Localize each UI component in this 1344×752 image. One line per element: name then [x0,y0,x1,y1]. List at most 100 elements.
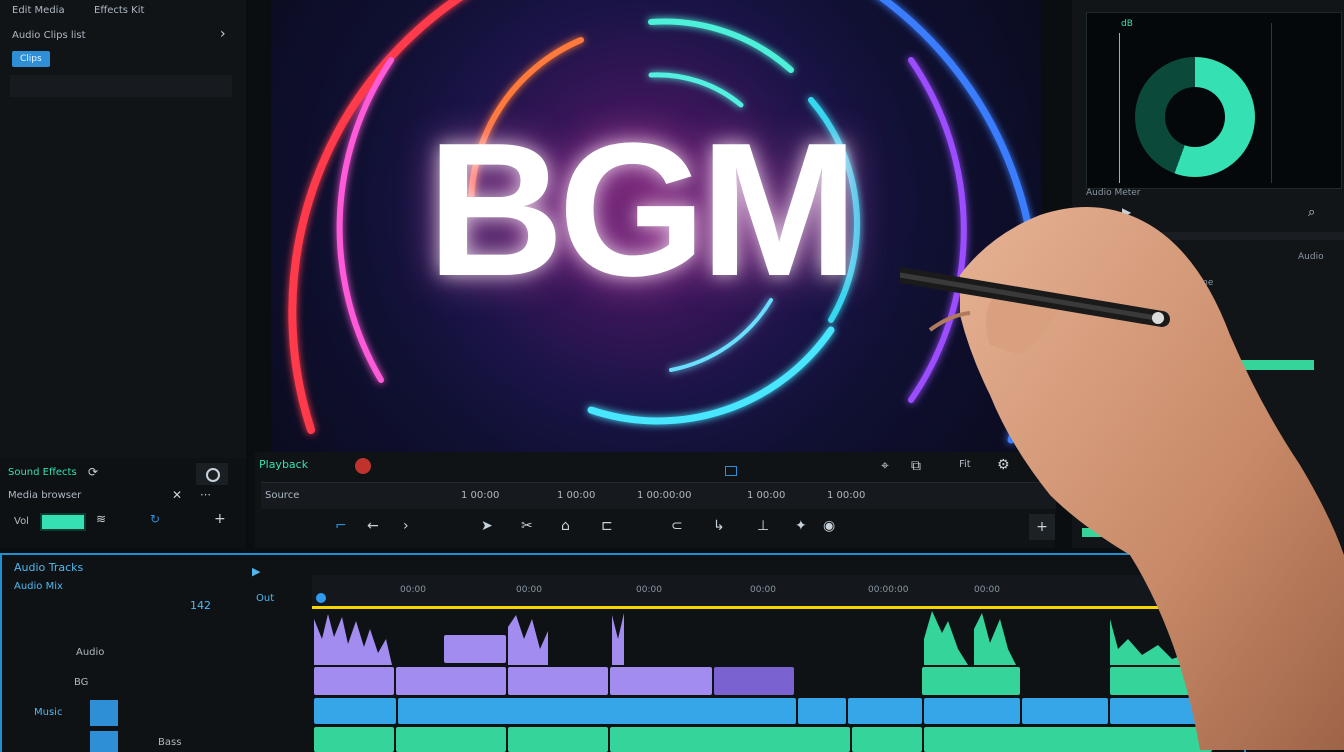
trash-icon[interactable]: ▮ [1090,205,1097,219]
pointer-icon[interactable]: ➤ [481,518,493,534]
effects-kit-label[interactable]: Effects Kit [94,5,144,16]
media-browser-label: Media browser [8,490,82,501]
timecode-bar: Source 1 00:00 1 00:00 1 00:00:00 1 00:0… [261,482,1056,509]
volume-param-label: Volume [1180,278,1214,288]
export-frame-icon[interactable]: ⧉ [911,458,921,474]
slip-icon[interactable]: ⊥ [757,518,769,534]
bass-clip-6[interactable] [924,727,1212,752]
level-donut-hole [1165,87,1225,147]
scope-unit-label: dB [1121,19,1133,29]
bass-clip-3[interactable] [508,727,608,752]
sound-effects-panel: Sound Effects ⟳ Media browser ✕ ⋯ Vol ≋ … [0,458,246,548]
bg-clip-2[interactable] [396,667,506,695]
effects-footer-label: Effects [1166,528,1197,538]
ruler-mark-4: 00:00 [750,585,776,595]
circle-icon [206,468,220,482]
level-donut [1135,57,1255,177]
timecode-2: 1 00:00 [557,490,596,501]
link-icon[interactable]: ⊂ [671,518,683,534]
clips-tab[interactable]: Clips [12,51,50,67]
preview-controls: Playback ⌖ ⧉ Fit ⚙ Source 1 00:00 1 00:0… [255,452,1056,548]
playhead-handle[interactable] [316,593,326,603]
forward-icon[interactable]: › [403,518,409,534]
media-panel: Edit Media Effects Kit Audio Clips list … [0,0,248,548]
bass-clip-1[interactable] [314,727,394,752]
track-name-music[interactable]: Music [34,707,62,718]
track-header: Audio Tracks [14,561,84,574]
select-tool-icon[interactable]: ⌐ [335,518,347,534]
bg-clip-1[interactable] [314,667,394,695]
record-button[interactable] [196,463,228,485]
bgm-title-text: BGM [427,104,858,316]
section-divider [1072,232,1344,240]
playback-label: Playback [259,458,309,471]
music-clip-7[interactable] [1110,698,1212,724]
timeline[interactable]: Audio Tracks Audio Mix 142 ▶ Out Audio B… [0,553,1246,752]
video-preview[interactable]: BGM [271,0,1041,452]
play-icon[interactable]: ▶ [1122,205,1131,219]
eye-icon[interactable]: ◉ [823,518,835,534]
volume-level[interactable] [40,513,86,531]
bg-clip-4[interactable] [610,667,712,695]
star-icon[interactable]: ✦ [795,518,807,534]
scope-axis [1119,33,1120,183]
track-3-toggle[interactable] [90,700,118,726]
track-4-toggle[interactable] [90,731,118,752]
loop-icon[interactable]: ↻ [150,512,160,526]
time-ruler[interactable]: 00:00 00:00 00:00 00:00 00:00:00 00:00 [312,575,1214,608]
scope-divider [1271,23,1272,183]
search-icon[interactable]: ⌕ [1308,205,1315,220]
bass-clip-4[interactable] [610,727,850,752]
razor-icon[interactable]: ✂ [521,518,533,534]
menu-icon[interactable]: ⋯ [200,488,211,501]
ruler-mark-2: 00:00 [516,585,542,595]
music-clip-5[interactable] [924,698,1020,724]
ripple-icon[interactable]: ↳ [713,518,725,534]
bg-clip-7[interactable] [1110,667,1212,695]
add-icon[interactable]: + [214,511,226,527]
lock-icon[interactable]: ⌂ [561,518,570,534]
source-label: Source [265,490,300,501]
ruler-mark-3: 00:00 [636,585,662,595]
music-clip-2[interactable] [398,698,796,724]
search-bar[interactable] [10,75,232,97]
refresh-icon[interactable]: ⟳ [88,465,98,479]
volume-slider[interactable] [1196,360,1314,370]
track-name-audio[interactable]: Audio [76,647,104,658]
ruler-mark-6: 00:00 [974,585,1000,595]
ruler-mark-1: 00:00 [400,585,426,595]
play-marker-icon[interactable]: ▶ [252,565,260,578]
trim-icon[interactable]: ⊏ [601,518,613,534]
zoom-label[interactable]: Fit [959,459,971,470]
wave-icon[interactable]: ≋ [96,512,106,526]
marker-icon[interactable] [725,466,737,476]
timecode-1: 1 00:00 [461,490,500,501]
record-icon[interactable] [355,458,371,474]
settings-icon[interactable]: ⚙ [997,457,1010,473]
track-sub-header: Audio Mix [14,581,63,592]
track-area[interactable]: 00:00 00:00 00:00 00:00 00:00:00 00:00 [312,555,1214,752]
ruler-mark-5: 00:00:00 [868,585,909,595]
bg-clip-6[interactable] [922,667,1020,695]
snap-icon[interactable]: ⌖ [881,458,889,474]
add-track-button[interactable]: + [1029,514,1055,540]
meter-label: Audio Meter [1086,188,1141,198]
bg-clip-3[interactable] [508,667,608,695]
track-name-bg[interactable]: BG [74,677,88,688]
track-name-bass[interactable]: Bass [158,737,181,748]
bass-clip-5[interactable] [852,727,922,752]
chevron-right-icon[interactable]: › [220,26,226,42]
media-panel-header: Edit Media [12,5,65,16]
music-clip-4[interactable] [848,698,922,724]
rewind-icon[interactable]: ← [367,518,379,534]
position-label: Out [256,593,275,604]
music-clip-3[interactable] [798,698,846,724]
bg-clip-5[interactable] [714,667,794,695]
clips-list-label[interactable]: Audio Clips list [12,30,86,41]
bass-clip-2[interactable] [396,727,506,752]
audio-clip-1[interactable] [444,635,506,663]
close-icon[interactable]: ✕ [172,488,182,502]
music-clip-1[interactable] [314,698,396,724]
music-clip-6[interactable] [1022,698,1108,724]
zoom-value[interactable]: 142 [190,599,211,612]
